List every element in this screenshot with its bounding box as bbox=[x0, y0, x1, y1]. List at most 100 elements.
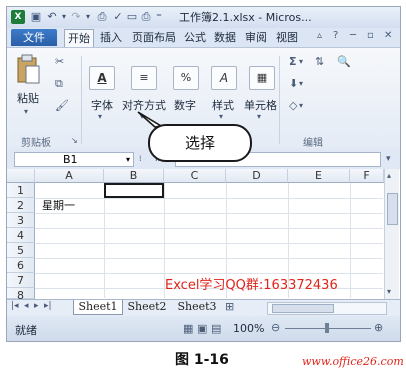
row-header[interactable]: 1 bbox=[7, 183, 35, 198]
row-header[interactable]: 2 bbox=[7, 198, 35, 213]
select-all-corner[interactable] bbox=[7, 169, 35, 183]
tab-file[interactable]: 文件 bbox=[11, 29, 57, 46]
minimize-ribbon-icon[interactable]: ▵ bbox=[317, 30, 322, 41]
sheet-tab-sheet2[interactable]: Sheet2 bbox=[123, 300, 171, 314]
close-icon[interactable]: ✕ bbox=[384, 30, 392, 41]
cells-icon[interactable]: ▦ bbox=[249, 66, 275, 90]
hscroll-thumb[interactable] bbox=[272, 304, 334, 313]
row-header[interactable]: 6 bbox=[7, 258, 35, 273]
format-painter-icon[interactable]: 🖌 bbox=[55, 100, 69, 112]
group-separator bbox=[279, 56, 280, 144]
alignment-icon[interactable]: ≡ bbox=[131, 66, 157, 90]
title-bar: X ▣ ↶ ▾ ↷ ▾ ⎙ ✓ ▭ ⎙ ⁼ 工作簿2.1.xlsx - Micr… bbox=[7, 7, 400, 28]
scroll-down-icon[interactable]: ▾ bbox=[387, 287, 391, 296]
first-sheet-icon[interactable]: |◂ bbox=[11, 301, 19, 311]
tab-review[interactable]: 审阅 bbox=[243, 29, 269, 46]
status-ready: 就绪 bbox=[15, 324, 37, 337]
column-header[interactable]: C bbox=[164, 169, 226, 183]
paste-label: 粘贴 bbox=[17, 92, 39, 105]
spelling-icon[interactable]: ✓ bbox=[111, 10, 125, 24]
normal-view-icon[interactable]: ▦ bbox=[183, 323, 193, 335]
save-icon[interactable]: ▣ bbox=[29, 10, 43, 24]
name-box[interactable]: B1 ▾ bbox=[14, 152, 134, 167]
formula-bar-dots-icon: ⁞ bbox=[139, 154, 142, 163]
tab-home[interactable]: 开始 bbox=[64, 29, 94, 47]
selected-cell-b1[interactable] bbox=[104, 183, 164, 198]
print-preview-icon[interactable]: ⎙ bbox=[95, 10, 109, 24]
sheet-tab-sheet1[interactable]: Sheet1 bbox=[73, 300, 123, 315]
last-sheet-icon[interactable]: ▸| bbox=[44, 301, 52, 311]
fill-dropdown-icon: ▾ bbox=[299, 79, 304, 88]
column-header[interactable]: B bbox=[104, 169, 164, 183]
ribbon-tabs: 文件 开始 插入 页面布局 公式 数据 审阅 视图 ▵ ? ─ ▫ ✕ bbox=[7, 28, 400, 47]
vertical-scrollbar[interactable]: ▴ ▾ bbox=[384, 169, 399, 299]
row-header[interactable]: 7 bbox=[7, 273, 35, 288]
clipboard-launcher-icon[interactable]: ↘ bbox=[71, 135, 78, 147]
zoom-in-icon[interactable]: ⊕ bbox=[374, 322, 383, 334]
page-break-view-icon[interactable]: ▤ bbox=[211, 323, 221, 335]
zoom-out-icon[interactable]: ⊖ bbox=[271, 322, 280, 334]
gridline bbox=[35, 258, 383, 259]
scroll-thumb[interactable] bbox=[387, 193, 398, 225]
autosum-icon[interactable]: Σ bbox=[289, 56, 297, 68]
gridline bbox=[104, 183, 105, 298]
row-header[interactable]: 8 bbox=[7, 288, 35, 302]
sheet-tab-sheet3[interactable]: Sheet3 bbox=[173, 300, 221, 314]
horizontal-scrollbar[interactable] bbox=[267, 302, 387, 315]
find-select-icon[interactable]: 🔍 bbox=[337, 56, 351, 68]
column-header[interactable]: F bbox=[350, 169, 384, 183]
paste-button[interactable]: 粘贴 ▾ bbox=[15, 54, 45, 116]
print-icon[interactable]: ⎙ bbox=[139, 10, 153, 24]
column-header[interactable]: A bbox=[35, 169, 104, 183]
row-header[interactable]: 3 bbox=[7, 213, 35, 228]
excel-app-icon[interactable]: X bbox=[11, 10, 25, 24]
new-sheet-icon[interactable]: ⊞ bbox=[225, 300, 234, 313]
prev-sheet-icon[interactable]: ◂ bbox=[24, 301, 29, 311]
restore-icon[interactable]: ▫ bbox=[367, 30, 374, 41]
status-bar: 就绪 ▦ ▣ ▤ 100% ⊖ ⊕ bbox=[7, 316, 400, 341]
zoom-slider-thumb[interactable] bbox=[325, 323, 329, 333]
gridline bbox=[35, 228, 383, 229]
watermark-text: Excel学习QQ群:163372436 bbox=[165, 278, 338, 293]
clipboard-group-label: 剪贴板 bbox=[21, 138, 51, 149]
styles-dropdown-icon: ▾ bbox=[219, 112, 224, 121]
row-header[interactable]: 5 bbox=[7, 243, 35, 258]
font-icon[interactable]: A bbox=[89, 66, 115, 90]
paste-dropdown-icon: ▾ bbox=[24, 107, 29, 116]
quick-access-dropdown-icon[interactable]: ⁼ bbox=[152, 10, 166, 24]
sheet-tab-bar: |◂ ◂ ▸ ▸| Sheet1 Sheet2 Sheet3 ⊞ bbox=[7, 299, 400, 316]
sort-filter-icon[interactable]: ⇅ bbox=[315, 56, 324, 68]
name-box-value: B1 bbox=[63, 153, 78, 166]
styles-icon[interactable]: A bbox=[211, 66, 237, 90]
row-header[interactable]: 4 bbox=[7, 228, 35, 243]
tab-view[interactable]: 视图 bbox=[274, 29, 300, 46]
scroll-up-icon[interactable]: ▴ bbox=[387, 171, 391, 180]
number-label[interactable]: 数字 bbox=[174, 97, 196, 113]
tab-data[interactable]: 数据 bbox=[212, 29, 238, 46]
next-sheet-icon[interactable]: ▸ bbox=[34, 301, 39, 311]
clear-icon[interactable]: ◇ bbox=[289, 100, 297, 112]
cut-icon[interactable]: ✂ bbox=[55, 56, 64, 68]
redo-dropdown-icon[interactable]: ▾ bbox=[81, 10, 95, 24]
tab-formulas[interactable]: 公式 bbox=[182, 29, 208, 46]
cell-a2[interactable]: 星期一 bbox=[42, 199, 75, 213]
site-watermark: www.office26.com bbox=[302, 355, 404, 368]
page-layout-view-icon[interactable]: ▣ bbox=[197, 323, 207, 335]
tab-page-layout[interactable]: 页面布局 bbox=[130, 29, 178, 46]
minimize-icon[interactable]: ─ bbox=[350, 30, 356, 41]
expand-formula-bar-icon[interactable]: ▾ bbox=[386, 153, 391, 165]
copy-icon[interactable]: ⧉ bbox=[55, 78, 63, 90]
autosum-dropdown-icon: ▾ bbox=[299, 57, 304, 66]
group-separator bbox=[81, 56, 82, 144]
zoom-level[interactable]: 100% bbox=[233, 322, 264, 335]
number-icon[interactable]: % bbox=[173, 66, 199, 90]
column-header[interactable]: E bbox=[288, 169, 350, 183]
help-icon[interactable]: ? bbox=[333, 30, 338, 41]
fill-icon[interactable]: ⬇ bbox=[289, 78, 298, 90]
gridline bbox=[35, 243, 383, 244]
name-box-dropdown-icon[interactable]: ▾ bbox=[126, 153, 130, 166]
column-header[interactable]: D bbox=[226, 169, 288, 183]
tab-insert[interactable]: 插入 bbox=[97, 29, 125, 46]
gridline bbox=[35, 198, 383, 199]
open-folder-icon[interactable]: ▭ bbox=[125, 10, 139, 24]
